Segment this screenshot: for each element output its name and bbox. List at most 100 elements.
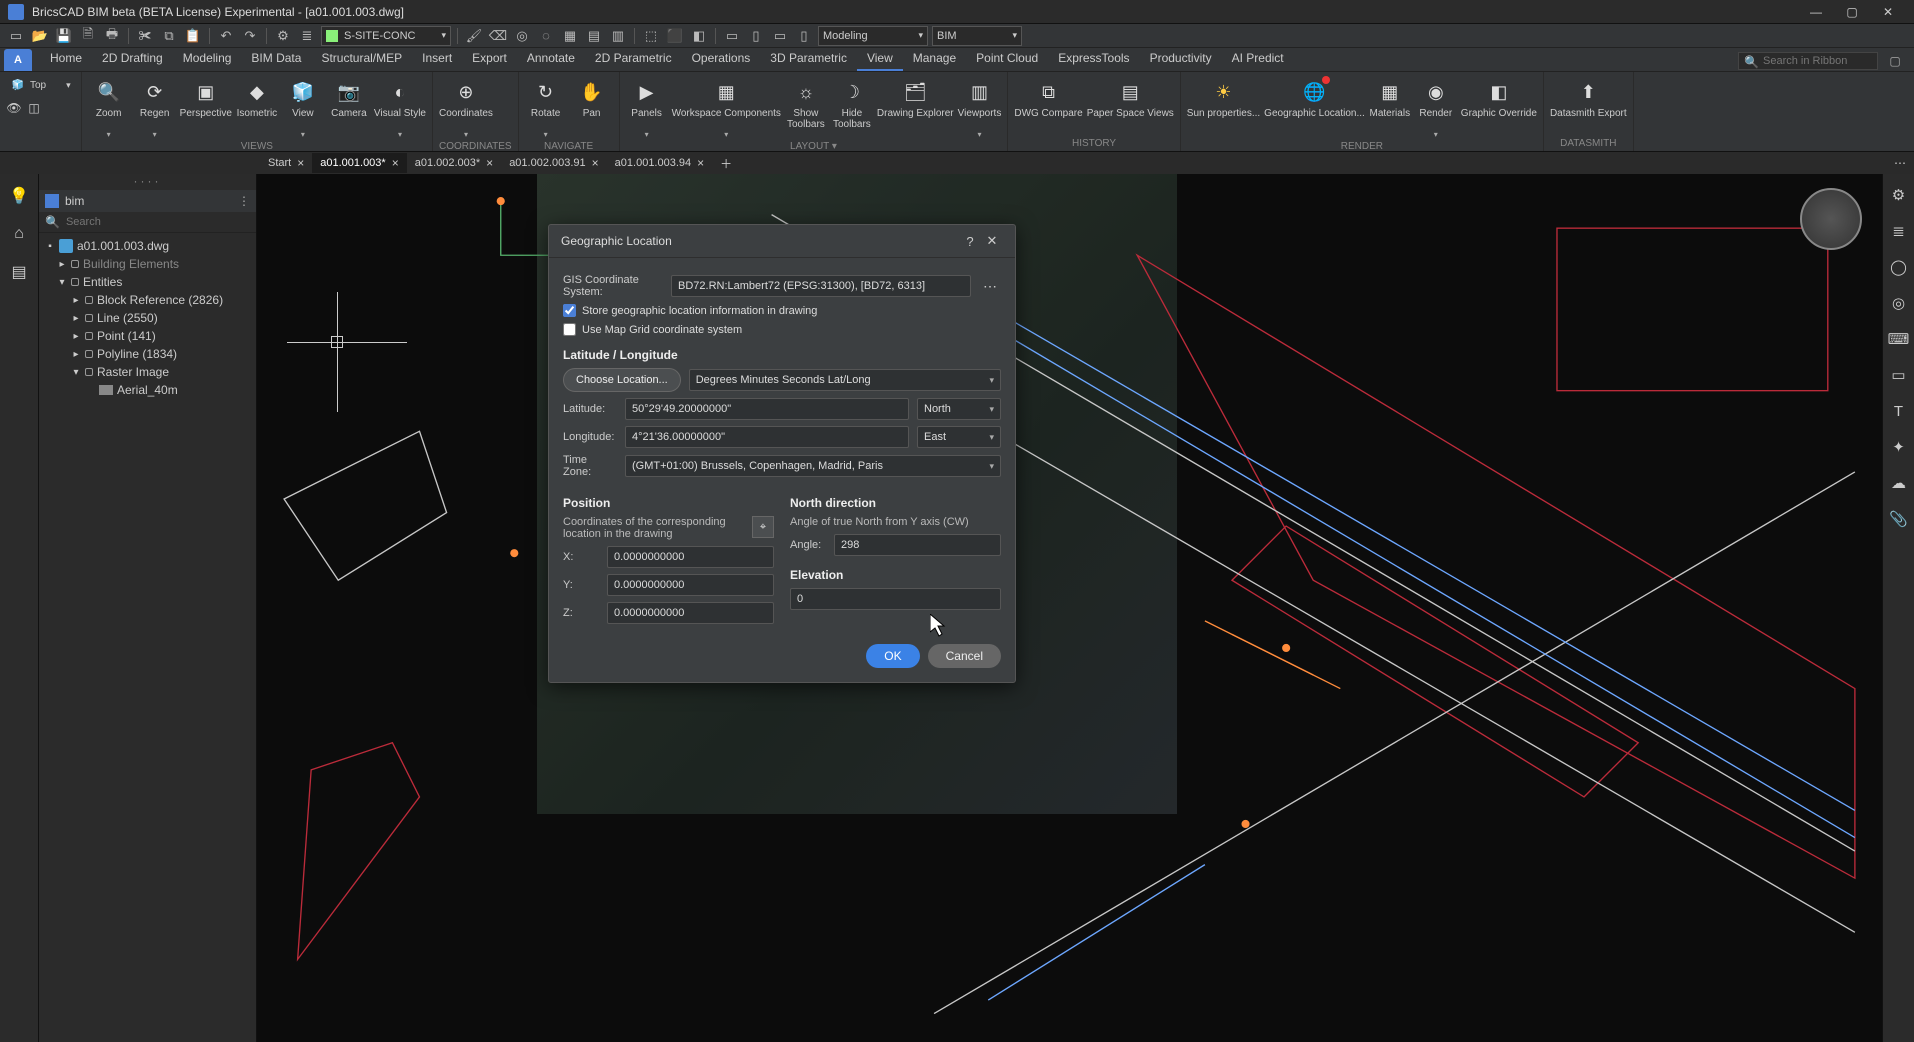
open-icon[interactable]: 📂 (30, 26, 50, 46)
longitude-input[interactable] (625, 426, 909, 448)
menu-tab-3d-parametric[interactable]: 3D Parametric (760, 47, 857, 71)
gis-more-button[interactable]: ⋯ (979, 278, 1001, 295)
doc-tab[interactable]: a01.002.003*× (407, 153, 501, 173)
menu-tab-2d-parametric[interactable]: 2D Parametric (585, 47, 682, 71)
drawing-explorer-tool[interactable]: 🗂Drawing Explorer (877, 74, 954, 130)
close-tab-icon[interactable]: × (697, 156, 704, 170)
choose-location-button[interactable]: Choose Location... (563, 368, 681, 392)
structure-tree[interactable]: ▪a01.001.003.dwg ▸Building Elements ▾Ent… (39, 233, 256, 403)
menu-tab-structural/mep[interactable]: Structural/MEP (311, 47, 412, 71)
menu-tab-annotate[interactable]: Annotate (517, 47, 585, 71)
pan-tool[interactable]: ✋Pan (571, 74, 613, 130)
menu-tab-productivity[interactable]: Productivity (1140, 47, 1222, 71)
cube3-icon[interactable]: ◧ (689, 26, 709, 46)
close-tab-icon[interactable]: × (297, 156, 304, 170)
paint-icon[interactable]: 🖌 (464, 26, 484, 46)
isolate-icon[interactable]: ◎ (512, 26, 532, 46)
datasmith-export-tool[interactable]: ⬆Datasmith Export (1550, 74, 1627, 130)
home-icon[interactable]: ⌂ (7, 222, 31, 246)
cloud-icon[interactable]: ☁ (1888, 472, 1910, 494)
doc-tab[interactable]: a01.001.003.94× (607, 153, 712, 173)
tabs-overflow-button[interactable]: ⋯ (1894, 156, 1906, 170)
cut-icon[interactable]: ✀ (135, 26, 155, 46)
tree-raster-child[interactable]: Aerial_40m (117, 383, 178, 397)
sheet2-icon[interactable]: ▯ (746, 26, 766, 46)
tree-item[interactable]: Block Reference (2826) (97, 293, 223, 307)
coordinates-tool[interactable]: ⊕Coordinates▾ (439, 74, 493, 139)
camera-tool[interactable]: 📷Camera (328, 74, 370, 130)
tree-item[interactable]: Line (2550) (97, 311, 158, 325)
menu-tab-operations[interactable]: Operations (682, 47, 761, 71)
hide-icon[interactable]: ◌ (536, 26, 556, 46)
save-icon[interactable]: 💾 (54, 26, 74, 46)
new-icon[interactable]: ▭ (6, 26, 26, 46)
section-icon[interactable]: ▦ (560, 26, 580, 46)
drawing-toolbars-show-tool[interactable]: ☼ShowToolbars (785, 74, 827, 130)
config-icon[interactable]: ⚙ (273, 26, 293, 46)
sheet1-icon[interactable]: ▭ (722, 26, 742, 46)
ribbon-collapse-button[interactable]: ▢ (1884, 51, 1906, 71)
attach-icon[interactable]: 📎 (1888, 508, 1910, 530)
materials-tool[interactable]: ▦Materials (1369, 74, 1411, 130)
bulb-icon[interactable]: 💡 (7, 184, 31, 208)
cube1-icon[interactable]: ⬚ (641, 26, 661, 46)
isometric-tool[interactable]: ◆Isometric (236, 74, 278, 130)
timezone-select[interactable]: (GMT+01:00) Brussels, Copenhagen, Madrid… (625, 455, 1001, 477)
text-icon[interactable]: T (1888, 400, 1910, 422)
close-tab-icon[interactable]: × (592, 156, 599, 170)
maximize-button[interactable]: ▢ (1834, 1, 1870, 23)
geographic-location-tool[interactable]: 🌐Geographic Location... (1264, 74, 1365, 130)
angle-input[interactable] (834, 534, 1001, 556)
tree-item[interactable]: Polyline (1834) (97, 347, 177, 361)
close-tab-icon[interactable]: × (392, 156, 399, 170)
level-icon[interactable]: ▤ (584, 26, 604, 46)
sheet4-icon[interactable]: ▯ (794, 26, 814, 46)
paper-space-views-tool[interactable]: ▤Paper Space Views (1087, 74, 1174, 130)
menu-tab-bim-data[interactable]: BIM Data (241, 47, 311, 71)
panels-tool[interactable]: ▶Panels▾ (626, 74, 668, 139)
menu-tab-expresstools[interactable]: ExpressTools (1048, 47, 1139, 71)
format-select[interactable]: Degrees Minutes Seconds Lat/Long▾ (689, 369, 1001, 391)
view-tool[interactable]: 🧊View▾ (282, 74, 324, 139)
keyboard-icon[interactable]: ⌨ (1888, 328, 1910, 350)
tree-item[interactable]: Point (141) (97, 329, 156, 343)
visual-style-tool[interactable]: ◐Visual Style▾ (374, 74, 426, 139)
dwg-compare-tool[interactable]: ⧉DWG Compare (1014, 74, 1082, 130)
menu-tab-manage[interactable]: Manage (903, 47, 966, 71)
dialog-help-button[interactable]: ? (959, 234, 981, 249)
tree-root[interactable]: a01.001.003.dwg (77, 239, 169, 253)
sheet3-icon[interactable]: ▭ (770, 26, 790, 46)
panel-search-input[interactable] (66, 216, 250, 228)
ribbon-search-input[interactable] (1738, 52, 1878, 70)
settings-slider-icon[interactable]: ⚙ (1888, 184, 1910, 206)
copy-icon[interactable]: ⧉ (159, 26, 179, 46)
regen-tool[interactable]: ⟳Regen▾ (134, 74, 176, 139)
paste-icon[interactable]: 📋 (183, 26, 203, 46)
workspace-combo[interactable]: Modeling▾ (818, 26, 928, 46)
drawing-canvas[interactable] (257, 174, 1882, 1042)
target-icon[interactable]: ◎ (1888, 292, 1910, 314)
layers-stack-icon[interactable]: ≣ (1888, 220, 1910, 242)
close-window-button[interactable]: ✕ (1870, 1, 1906, 23)
layer-icon[interactable]: ≣ (297, 26, 317, 46)
menu-tab-export[interactable]: Export (462, 47, 517, 71)
layer-combo[interactable]: S-SITE-CONC▾ (321, 26, 451, 46)
view-compass[interactable] (1800, 188, 1862, 250)
menu-tab-2d-drafting[interactable]: 2D Drafting (92, 47, 173, 71)
minimize-button[interactable]: — (1798, 1, 1834, 23)
y-input[interactable] (607, 574, 774, 596)
doc-tab[interactable]: Start× (260, 153, 312, 173)
box-icon[interactable]: ◫ (26, 100, 42, 116)
drawing-toolbars-hide-tool[interactable]: ☽HideToolbars (831, 74, 873, 130)
view-direction-combo[interactable]: 🧊Top ▾ (6, 76, 75, 94)
menu-tab-modeling[interactable]: Modeling (173, 47, 242, 71)
menu-tab-home[interactable]: Home (40, 47, 92, 71)
sun-properties-tool[interactable]: ☀Sun properties... (1187, 74, 1260, 130)
elevation-input[interactable] (790, 588, 1001, 610)
print-icon[interactable]: 🖶 (102, 26, 122, 46)
workspace-components-tool[interactable]: ▦Workspace Components▾ (672, 74, 781, 139)
redo-icon[interactable]: ↷ (240, 26, 260, 46)
menu-tab-ai-predict[interactable]: AI Predict (1222, 47, 1294, 71)
dialog-close-button[interactable]: ✕ (981, 233, 1003, 249)
gis-input[interactable] (671, 275, 971, 297)
